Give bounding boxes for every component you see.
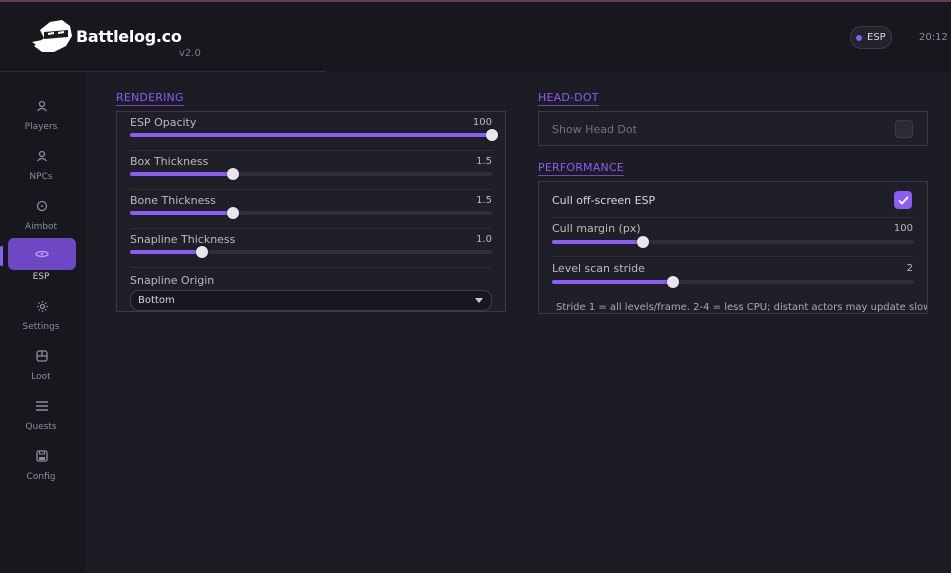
stride-help-note: Stride 1 = all levels/frame. 2-4 = less … xyxy=(556,302,928,313)
performance-panel: Cull off-screen ESP Cull margin (px) 100… xyxy=(538,181,928,314)
slider-label: Cull margin (px) xyxy=(552,222,641,235)
slider-fill xyxy=(552,240,643,244)
sidebar-item-config[interactable] xyxy=(8,440,76,472)
brand-name: Battlelog.co xyxy=(76,26,182,46)
sidebar-item-label: NPCs xyxy=(29,172,53,182)
slider-thumb[interactable] xyxy=(666,276,679,288)
crosshair-icon xyxy=(36,200,48,212)
slider-value: 1.5 xyxy=(476,156,492,167)
row-divider xyxy=(552,217,914,218)
status-dot-icon xyxy=(856,34,862,41)
slider-label: Snapline Thickness xyxy=(130,233,236,246)
cull-margin-slider[interactable] xyxy=(552,236,914,248)
sidebar-item-label: Players xyxy=(24,122,58,132)
slider-label: Bone Thickness xyxy=(130,194,216,207)
sidebar-item-aimbot[interactable] xyxy=(8,190,76,222)
row-divider xyxy=(130,150,492,151)
slider-value: 1.5 xyxy=(476,195,492,206)
sidebar-item-npcs[interactable] xyxy=(8,140,76,172)
rendering-section-title: RENDERING xyxy=(116,91,184,106)
list-icon xyxy=(36,401,48,411)
active-indicator xyxy=(0,246,3,266)
sidebar-item-label: ESP xyxy=(32,272,50,282)
sidebar-item-label: Settings xyxy=(22,322,60,332)
slider-thumb[interactable] xyxy=(227,168,240,180)
slider-fill xyxy=(552,280,673,284)
sidebar-item-label: Quests xyxy=(25,422,57,432)
cull-offscreen-label: Cull off-screen ESP xyxy=(552,194,656,207)
bone-thickness-slider[interactable] xyxy=(130,207,492,219)
level-scan-stride-slider[interactable] xyxy=(552,276,914,288)
clock: 20:12 xyxy=(919,32,948,43)
esp-status-badge[interactable]: ESP xyxy=(850,26,892,49)
snapline-thickness-slider[interactable] xyxy=(130,246,492,258)
box-icon xyxy=(36,350,48,362)
user-icon xyxy=(37,150,47,162)
slider-thumb[interactable] xyxy=(636,236,649,248)
slider-thumb[interactable] xyxy=(196,246,209,258)
row-divider xyxy=(130,228,492,229)
slider-value: 100 xyxy=(472,117,492,128)
select-value: Bottom xyxy=(138,295,175,306)
badge-label: ESP xyxy=(867,32,886,43)
box-thickness-slider[interactable] xyxy=(130,168,492,180)
check-icon xyxy=(897,195,909,205)
row-divider xyxy=(552,256,914,257)
snapline-origin-label: Snapline Origin xyxy=(130,274,215,287)
gear-icon xyxy=(36,300,48,312)
rendering-panel: ESP Opacity 100 Box Thickness 1.5 Bone T… xyxy=(116,111,506,312)
row-divider xyxy=(130,189,492,190)
headdot-section-title: HEAD-DOT xyxy=(538,91,599,106)
sidebar-item-label: Aimbot xyxy=(24,222,58,232)
esp-opacity-slider[interactable] xyxy=(130,129,498,141)
slider-value: 100 xyxy=(893,223,913,234)
eye-icon xyxy=(35,250,49,258)
slider-thumb[interactable] xyxy=(227,207,240,219)
headdot-panel: Show Head Dot xyxy=(538,111,928,146)
user-icon xyxy=(37,100,47,112)
sidebar-item-quests[interactable] xyxy=(8,390,76,422)
sidebar: Players NPCs Aimbot ESP Settings Loot Qu… xyxy=(0,72,85,573)
performance-section-title: PERFORMANCE xyxy=(538,161,624,176)
version-label: v2.0 xyxy=(179,48,201,59)
slider-thumb[interactable] xyxy=(486,129,498,141)
sidebar-item-players[interactable] xyxy=(8,90,76,122)
chevron-down-icon xyxy=(475,298,483,303)
slider-label: Level scan stride xyxy=(552,262,645,275)
sidebar-item-esp[interactable] xyxy=(8,238,76,270)
sidebar-item-loot[interactable] xyxy=(8,340,76,372)
slider-fill xyxy=(130,172,234,176)
sidebar-item-label: Config xyxy=(26,472,56,482)
slider-value: 1.0 xyxy=(476,234,492,245)
slider-fill xyxy=(130,211,234,215)
slider-value: 2 xyxy=(906,263,913,274)
ninja-logo-icon xyxy=(32,20,72,52)
snapline-origin-select[interactable]: Bottom xyxy=(130,290,492,311)
show-head-dot-checkbox[interactable] xyxy=(895,120,913,138)
cull-offscreen-checkbox[interactable] xyxy=(894,191,912,209)
row-divider xyxy=(130,267,492,268)
show-head-dot-label: Show Head Dot xyxy=(552,123,637,136)
slider-label: ESP Opacity xyxy=(130,116,197,129)
header: Battlelog.co v2.0 ESP 20:12 xyxy=(0,2,951,72)
sidebar-item-settings[interactable] xyxy=(8,290,76,322)
save-icon xyxy=(36,450,48,462)
slider-fill xyxy=(130,133,492,137)
slider-label: Box Thickness xyxy=(130,155,209,168)
logo: Battlelog.co xyxy=(30,16,182,56)
sidebar-item-label: Loot xyxy=(31,372,51,382)
slider-fill xyxy=(130,250,203,254)
